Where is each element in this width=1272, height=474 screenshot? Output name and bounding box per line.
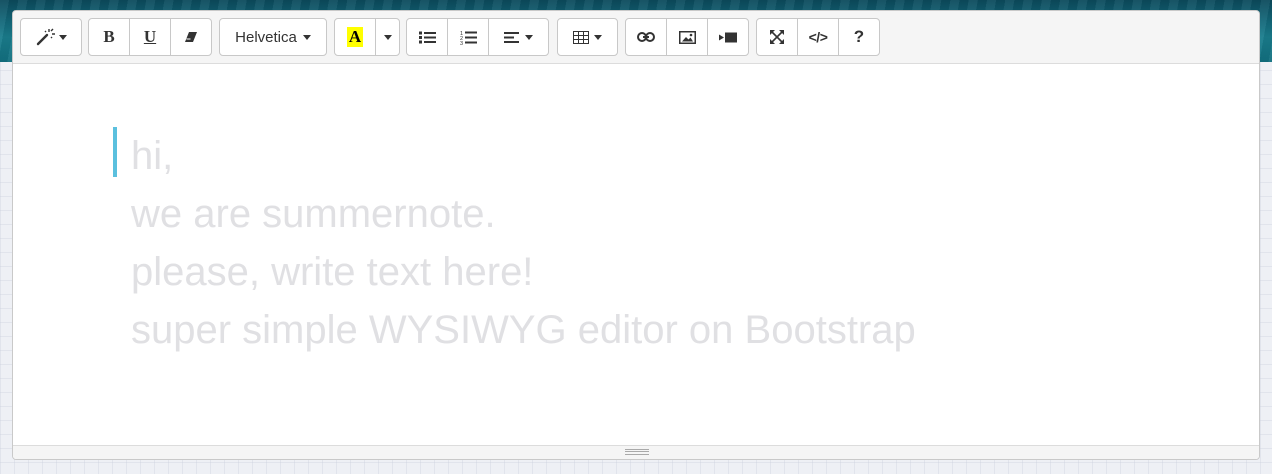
text-line: please, write text here! [131,250,534,294]
placeholder-text: hi, we are summernote. please, write tex… [131,127,916,359]
insert-link-button[interactable] [625,18,667,56]
svg-text:3: 3 [460,41,463,45]
underline-icon: U [143,27,157,46]
insert-group [625,18,749,56]
insert-picture-button[interactable] [666,18,708,56]
color-group: A [334,18,400,56]
chevron-down-icon [594,34,602,40]
table-group [557,18,618,56]
font-name-group: Helvetica [219,18,327,56]
question-icon: ? [853,27,865,46]
align-left-icon [504,31,519,43]
font-name-dropdown[interactable]: Helvetica [219,18,327,56]
table-grid-icon [573,30,589,44]
paragraph-group: 1 2 3 [406,18,549,56]
link-icon [637,32,655,42]
recent-color-button[interactable]: A [334,18,376,56]
code-view-button[interactable]: </> [797,18,839,56]
style-dropdown-button[interactable] [20,18,82,56]
clear-format-button[interactable] [170,18,212,56]
text-line: hi, [131,134,174,178]
numbered-list-icon: 1 2 3 [460,30,477,45]
expand-arrows-icon [770,30,784,44]
code-icon: </> [808,29,828,45]
help-button[interactable]: ? [838,18,880,56]
bold-button[interactable]: B [88,18,130,56]
summernote-editor: B U Helvetica A 1 2 3 </> ? hi, we are s… [12,10,1260,460]
eraser-icon [184,31,198,43]
chevron-down-icon [525,34,533,40]
magic-wand-icon [35,28,55,46]
bullet-list-icon [418,31,436,44]
view-group: </> ? [756,18,880,56]
font-color-icon: A [347,27,363,47]
resize-grip-icon[interactable] [625,449,649,455]
font-style-group: B U [88,18,212,56]
text-cursor [113,127,117,177]
color-dropdown-button[interactable] [375,18,400,56]
style-group [20,18,82,56]
table-dropdown-button[interactable] [557,18,618,56]
fullscreen-button[interactable] [756,18,798,56]
unordered-list-button[interactable] [406,18,448,56]
text-line: super simple WYSIWYG editor on Bootstrap [131,308,916,352]
video-icon [719,32,737,43]
editor-toolbar: B U Helvetica A 1 2 3 </> ? [13,11,1259,64]
resize-bar[interactable] [13,445,1259,459]
chevron-down-icon [59,34,67,40]
underline-button[interactable]: U [129,18,171,56]
ordered-list-button[interactable]: 1 2 3 [447,18,489,56]
paragraph-dropdown-button[interactable] [488,18,549,56]
picture-icon [678,30,696,44]
text-line: we are summernote. [131,192,496,236]
editable-area[interactable]: hi, we are summernote. please, write tex… [13,64,1259,448]
insert-video-button[interactable] [707,18,749,56]
chevron-down-icon [302,34,311,40]
chevron-down-icon [383,34,392,40]
font-name-label: Helvetica [235,28,297,46]
bold-icon: B [103,27,115,46]
